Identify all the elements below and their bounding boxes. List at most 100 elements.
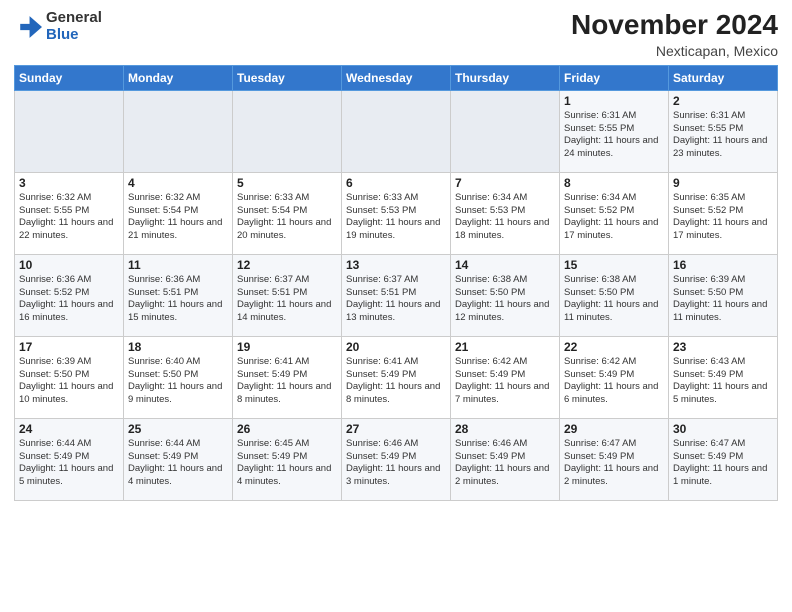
calendar-cell bbox=[342, 90, 451, 172]
day-number: 30 bbox=[673, 422, 773, 436]
day-number: 21 bbox=[455, 340, 555, 354]
calendar-cell bbox=[451, 90, 560, 172]
logo-icon bbox=[14, 13, 42, 41]
day-info: Sunrise: 6:34 AMSunset: 5:52 PMDaylight:… bbox=[564, 192, 664, 243]
page: General Blue November 2024 Nexticapan, M… bbox=[0, 0, 792, 612]
calendar-cell: 18 Sunrise: 6:40 AMSunset: 5:50 PMDayligh… bbox=[124, 336, 233, 418]
day-info: Sunrise: 6:47 AMSunset: 5:49 PMDaylight:… bbox=[564, 438, 664, 489]
week-row-4: 17 Sunrise: 6:39 AMSunset: 5:50 PMDayligh… bbox=[15, 336, 778, 418]
logo-text: General Blue bbox=[46, 10, 102, 43]
day-info: Sunrise: 6:41 AMSunset: 5:49 PMDaylight:… bbox=[346, 356, 446, 407]
day-number: 10 bbox=[19, 258, 119, 272]
day-info: Sunrise: 6:45 AMSunset: 5:49 PMDaylight:… bbox=[237, 438, 337, 489]
week-row-5: 24 Sunrise: 6:44 AMSunset: 5:49 PMDayligh… bbox=[15, 418, 778, 500]
day-info: Sunrise: 6:42 AMSunset: 5:49 PMDaylight:… bbox=[455, 356, 555, 407]
day-info: Sunrise: 6:43 AMSunset: 5:49 PMDaylight:… bbox=[673, 356, 773, 407]
day-number: 4 bbox=[128, 176, 228, 190]
calendar-cell: 15Sunrise: 6:38 AMSunset: 5:50 PMDayligh… bbox=[560, 254, 669, 336]
day-number: 23 bbox=[673, 340, 773, 354]
day-info: Sunrise: 6:39 AMSunset: 5:50 PMDaylight:… bbox=[19, 356, 119, 407]
day-info: Sunrise: 6:36 AMSunset: 5:51 PMDaylight:… bbox=[128, 274, 228, 325]
day-info: Sunrise: 6:41 AMSunset: 5:49 PMDaylight:… bbox=[237, 356, 337, 407]
day-number: 5 bbox=[237, 176, 337, 190]
day-info: Sunrise: 6:44 AMSunset: 5:49 PMDaylight:… bbox=[19, 438, 119, 489]
week-row-1: 1 Sunrise: 6:31 AMSunset: 5:55 PMDaylight… bbox=[15, 90, 778, 172]
calendar-cell: 25Sunrise: 6:44 AMSunset: 5:49 PMDayligh… bbox=[124, 418, 233, 500]
day-info: Sunrise: 6:33 AMSunset: 5:54 PMDaylight:… bbox=[237, 192, 337, 243]
day-header-saturday: Saturday bbox=[669, 65, 778, 90]
day-info: Sunrise: 6:37 AMSunset: 5:51 PMDaylight:… bbox=[237, 274, 337, 325]
day-number: 19 bbox=[237, 340, 337, 354]
calendar-cell: 28Sunrise: 6:46 AMSunset: 5:49 PMDayligh… bbox=[451, 418, 560, 500]
day-info: Sunrise: 6:39 AMSunset: 5:50 PMDaylight:… bbox=[673, 274, 773, 325]
day-number: 25 bbox=[128, 422, 228, 436]
day-header-wednesday: Wednesday bbox=[342, 65, 451, 90]
calendar-cell: 3 Sunrise: 6:32 AMSunset: 5:55 PMDaylight… bbox=[15, 172, 124, 254]
day-number: 20 bbox=[346, 340, 446, 354]
day-number: 17 bbox=[19, 340, 119, 354]
calendar-cell: 17 Sunrise: 6:39 AMSunset: 5:50 PMDayligh… bbox=[15, 336, 124, 418]
day-info: Sunrise: 6:34 AMSunset: 5:53 PMDaylight:… bbox=[455, 192, 555, 243]
calendar-cell: 21 Sunrise: 6:42 AMSunset: 5:49 PMDayligh… bbox=[451, 336, 560, 418]
day-number: 2 bbox=[673, 94, 773, 108]
calendar-cell: 29Sunrise: 6:47 AMSunset: 5:49 PMDayligh… bbox=[560, 418, 669, 500]
day-info: Sunrise: 6:38 AMSunset: 5:50 PMDaylight:… bbox=[564, 274, 664, 325]
day-number: 1 bbox=[564, 94, 664, 108]
day-info: Sunrise: 6:35 AMSunset: 5:52 PMDaylight:… bbox=[673, 192, 773, 243]
calendar-cell: 30 Sunrise: 6:47 AMSunset: 5:49 PMDayligh… bbox=[669, 418, 778, 500]
day-info: Sunrise: 6:32 AMSunset: 5:55 PMDaylight:… bbox=[19, 192, 119, 243]
calendar-cell: 5 Sunrise: 6:33 AMSunset: 5:54 PMDaylight… bbox=[233, 172, 342, 254]
day-number: 8 bbox=[564, 176, 664, 190]
day-info: Sunrise: 6:37 AMSunset: 5:51 PMDaylight:… bbox=[346, 274, 446, 325]
calendar-cell: 16 Sunrise: 6:39 AMSunset: 5:50 PMDayligh… bbox=[669, 254, 778, 336]
calendar-cell: 23 Sunrise: 6:43 AMSunset: 5:49 PMDayligh… bbox=[669, 336, 778, 418]
day-number: 6 bbox=[346, 176, 446, 190]
day-number: 12 bbox=[237, 258, 337, 272]
day-info: Sunrise: 6:42 AMSunset: 5:49 PMDaylight:… bbox=[564, 356, 664, 407]
header: General Blue November 2024 Nexticapan, M… bbox=[14, 10, 778, 59]
day-number: 27 bbox=[346, 422, 446, 436]
calendar-cell bbox=[15, 90, 124, 172]
day-number: 7 bbox=[455, 176, 555, 190]
day-number: 3 bbox=[19, 176, 119, 190]
day-header-monday: Monday bbox=[124, 65, 233, 90]
calendar-cell: 26 Sunrise: 6:45 AMSunset: 5:49 PMDayligh… bbox=[233, 418, 342, 500]
day-info: Sunrise: 6:47 AMSunset: 5:49 PMDaylight:… bbox=[673, 438, 773, 489]
day-number: 18 bbox=[128, 340, 228, 354]
day-number: 22 bbox=[564, 340, 664, 354]
day-header-sunday: Sunday bbox=[15, 65, 124, 90]
day-number: 14 bbox=[455, 258, 555, 272]
calendar-cell: 12 Sunrise: 6:37 AMSunset: 5:51 PMDayligh… bbox=[233, 254, 342, 336]
day-number: 11 bbox=[128, 258, 228, 272]
day-info: Sunrise: 6:40 AMSunset: 5:50 PMDaylight:… bbox=[128, 356, 228, 407]
day-info: Sunrise: 6:31 AMSunset: 5:55 PMDaylight:… bbox=[673, 110, 773, 161]
day-info: Sunrise: 6:32 AMSunset: 5:54 PMDaylight:… bbox=[128, 192, 228, 243]
day-info: Sunrise: 6:46 AMSunset: 5:49 PMDaylight:… bbox=[346, 438, 446, 489]
day-number: 13 bbox=[346, 258, 446, 272]
day-number: 26 bbox=[237, 422, 337, 436]
location-title: Nexticapan, Mexico bbox=[571, 43, 778, 59]
calendar-cell bbox=[233, 90, 342, 172]
calendar-cell: 2 Sunrise: 6:31 AMSunset: 5:55 PMDaylight… bbox=[669, 90, 778, 172]
calendar-cell: 22 Sunrise: 6:42 AMSunset: 5:49 PMDayligh… bbox=[560, 336, 669, 418]
month-title: November 2024 bbox=[571, 10, 778, 41]
day-info: Sunrise: 6:31 AMSunset: 5:55 PMDaylight:… bbox=[564, 110, 664, 161]
calendar-cell: 19 Sunrise: 6:41 AMSunset: 5:49 PMDayligh… bbox=[233, 336, 342, 418]
day-header-tuesday: Tuesday bbox=[233, 65, 342, 90]
calendar-cell: 14 Sunrise: 6:38 AMSunset: 5:50 PMDayligh… bbox=[451, 254, 560, 336]
day-info: Sunrise: 6:36 AMSunset: 5:52 PMDaylight:… bbox=[19, 274, 119, 325]
title-area: November 2024 Nexticapan, Mexico bbox=[571, 10, 778, 59]
day-info: Sunrise: 6:38 AMSunset: 5:50 PMDaylight:… bbox=[455, 274, 555, 325]
day-number: 24 bbox=[19, 422, 119, 436]
day-headers-row: SundayMondayTuesdayWednesdayThursdayFrid… bbox=[15, 65, 778, 90]
day-number: 28 bbox=[455, 422, 555, 436]
logo-area: General Blue bbox=[14, 10, 102, 43]
logo-general-text: General bbox=[46, 9, 102, 26]
calendar-cell: 11 Sunrise: 6:36 AMSunset: 5:51 PMDayligh… bbox=[124, 254, 233, 336]
week-row-3: 10 Sunrise: 6:36 AMSunset: 5:52 PMDayligh… bbox=[15, 254, 778, 336]
calendar-cell: 27 Sunrise: 6:46 AMSunset: 5:49 PMDayligh… bbox=[342, 418, 451, 500]
calendar-cell: 8 Sunrise: 6:34 AMSunset: 5:52 PMDaylight… bbox=[560, 172, 669, 254]
day-number: 16 bbox=[673, 258, 773, 272]
calendar-cell: 4 Sunrise: 6:32 AMSunset: 5:54 PMDaylight… bbox=[124, 172, 233, 254]
logo-blue-text: Blue bbox=[46, 26, 79, 43]
